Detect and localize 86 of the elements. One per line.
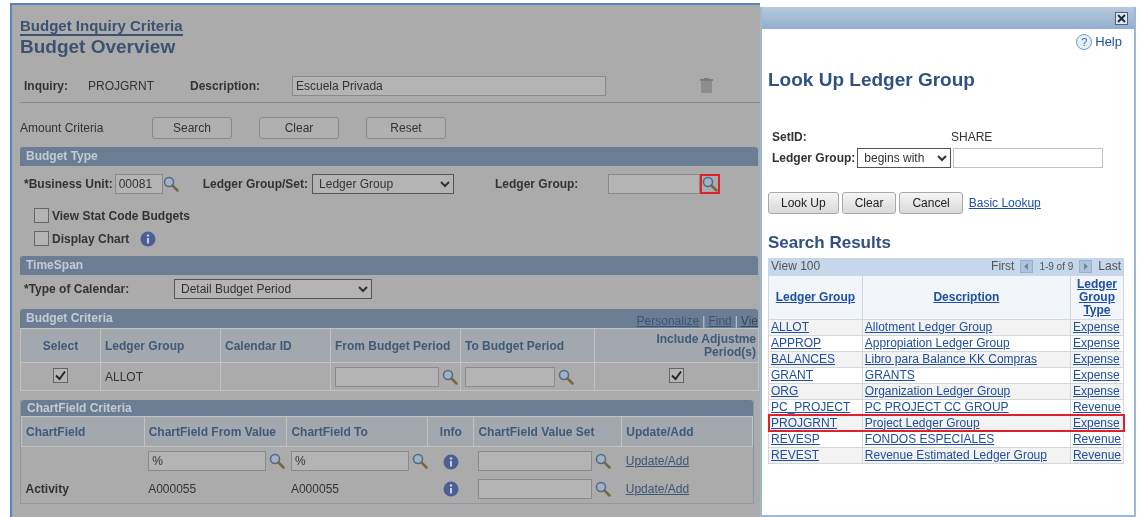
column-header: Info bbox=[427, 416, 474, 447]
ledger-group-set-dropdown[interactable]: Ledger Group bbox=[312, 174, 455, 194]
column-header: Calendar ID bbox=[220, 328, 331, 363]
column-header: Select bbox=[20, 328, 101, 363]
section-header: TimeSpan bbox=[20, 256, 758, 275]
operator-dropdown[interactable]: begins with bbox=[857, 148, 952, 168]
action-button[interactable]: Look Up bbox=[768, 192, 839, 214]
column-header: To Budget Period bbox=[460, 328, 595, 363]
column-header: From Budget Period bbox=[330, 328, 461, 363]
field-value: PROJGRNT bbox=[88, 78, 155, 95]
field-label: Ledger Group: bbox=[772, 150, 856, 167]
page-range: 1-9 of 9 bbox=[1039, 259, 1074, 274]
business-unit-field[interactable]: 00081 bbox=[114, 174, 163, 194]
column-header: ChartField Value Set bbox=[473, 416, 622, 447]
column-header: ChartField To bbox=[286, 416, 428, 447]
column-header-link[interactable]: Description bbox=[933, 290, 1000, 304]
calendar-type-dropdown[interactable]: Detail Budget Period bbox=[174, 279, 372, 299]
field-label: Inquiry: bbox=[24, 78, 68, 95]
chartfield-value-field[interactable]: % bbox=[148, 450, 267, 471]
action-button[interactable]: Clear bbox=[259, 117, 339, 139]
link-separator: | bbox=[734, 314, 738, 328]
section-header: ChartField Criteria bbox=[21, 400, 753, 416]
basic-lookup-link[interactable]: Basic Lookup bbox=[968, 194, 1041, 212]
table-cell-text: Activity bbox=[24, 480, 70, 498]
table-cell-text: A000055 bbox=[147, 480, 198, 498]
ledger-group-field[interactable] bbox=[608, 174, 701, 194]
search-icon[interactable] bbox=[411, 452, 428, 469]
column-header: Include Adjustme Period(s) bbox=[594, 328, 759, 363]
view-all-link[interactable]: View 100 bbox=[771, 257, 821, 275]
budget-period-field[interactable] bbox=[335, 366, 439, 387]
field-label: Description: bbox=[190, 78, 260, 95]
field-label: SetID: bbox=[772, 129, 808, 146]
search-icon[interactable] bbox=[594, 480, 611, 497]
action-button[interactable]: Cancel bbox=[899, 192, 963, 214]
value-set-field[interactable] bbox=[477, 478, 592, 499]
search-icon[interactable] bbox=[702, 176, 719, 192]
section-label: Amount Criteria bbox=[20, 120, 105, 137]
help-link[interactable]: Help bbox=[1095, 32, 1122, 52]
column-header: ChartField bbox=[21, 416, 145, 447]
dialog-title: Look Up Ledger Group bbox=[767, 67, 976, 92]
field-label: *Type of Calendar: bbox=[24, 281, 131, 298]
section-header: Budget Type bbox=[20, 147, 758, 166]
previous-icon[interactable] bbox=[1020, 259, 1034, 273]
field-label: *Business Unit: bbox=[24, 176, 113, 193]
next-icon[interactable] bbox=[1079, 259, 1093, 273]
table-cell-text: A000055 bbox=[289, 480, 340, 498]
close-icon[interactable] bbox=[1115, 11, 1128, 25]
check-mark-icon bbox=[55, 369, 66, 381]
field-value: SHARE bbox=[951, 129, 993, 146]
search-icon[interactable] bbox=[269, 452, 286, 469]
table-cell: ALLOT bbox=[100, 362, 221, 391]
checkbox[interactable] bbox=[34, 231, 49, 246]
value-set-field[interactable] bbox=[477, 450, 592, 471]
help-icon[interactable]: ? bbox=[1076, 33, 1093, 50]
search-icon[interactable] bbox=[594, 452, 611, 469]
page-title: Budget Overview bbox=[20, 36, 177, 58]
chartfield-value-field[interactable]: % bbox=[290, 450, 409, 471]
info-icon[interactable] bbox=[140, 230, 157, 247]
checkbox[interactable] bbox=[34, 208, 49, 223]
first-link[interactable]: First bbox=[991, 257, 1015, 275]
info-icon[interactable] bbox=[442, 481, 459, 498]
last-link[interactable]: Last bbox=[1098, 257, 1121, 275]
column-header: Ledger Group bbox=[100, 328, 221, 363]
checkbox-label: View Stat Code Budgets bbox=[52, 207, 190, 225]
description-field[interactable]: Escuela Privada bbox=[292, 76, 606, 96]
field-label: Ledger Group: bbox=[495, 176, 579, 193]
checkbox[interactable] bbox=[53, 367, 68, 383]
search-icon[interactable] bbox=[162, 176, 179, 192]
checkbox[interactable] bbox=[669, 367, 684, 383]
field-label: Ledger Group/Set: bbox=[202, 176, 309, 193]
section-title: Search Results bbox=[768, 232, 892, 254]
info-icon[interactable] bbox=[442, 453, 459, 470]
column-header: Update/Add bbox=[621, 416, 753, 447]
search-field[interactable] bbox=[953, 148, 1104, 168]
trash-icon[interactable] bbox=[700, 78, 713, 94]
section-title: Budget Criteria bbox=[26, 310, 113, 327]
search-icon[interactable] bbox=[558, 368, 574, 385]
action-button[interactable]: Clear bbox=[841, 192, 897, 214]
column-header: ChartField From Value bbox=[144, 416, 287, 447]
checkbox-label: Display Chart bbox=[52, 230, 130, 248]
link-separator: | bbox=[702, 314, 706, 328]
action-button[interactable]: Reset bbox=[366, 117, 446, 139]
action-button[interactable]: Search bbox=[152, 117, 232, 139]
budget-period-field[interactable] bbox=[465, 366, 555, 387]
search-icon[interactable] bbox=[442, 368, 458, 385]
check-mark-icon bbox=[671, 369, 682, 381]
